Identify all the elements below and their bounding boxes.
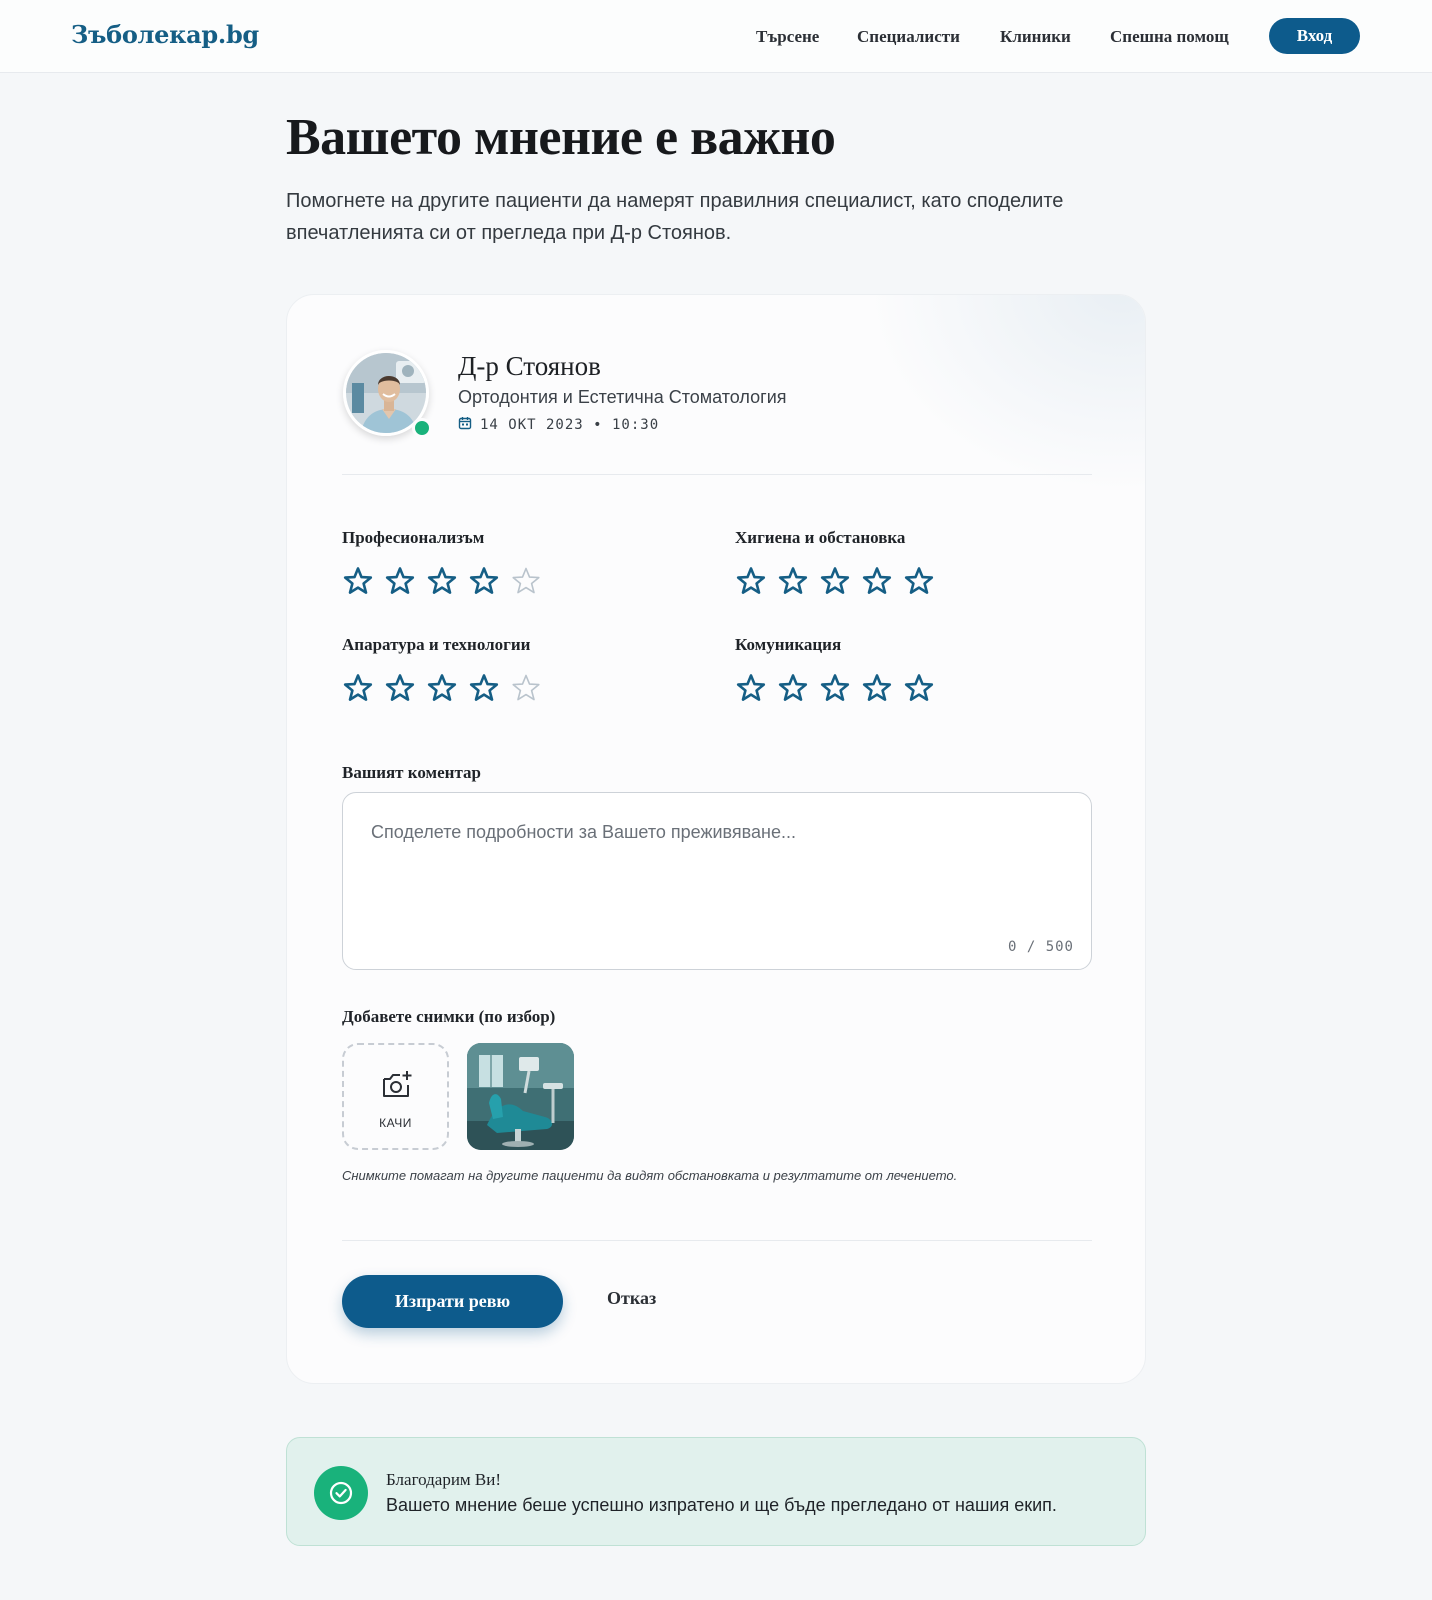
star-icon[interactable] bbox=[735, 672, 767, 704]
rating-label-professionalism: Професионализъм bbox=[342, 528, 485, 547]
upload-label: КАЧИ bbox=[379, 1116, 412, 1130]
cancel-button[interactable]: Отказ bbox=[607, 1288, 656, 1309]
nav-clinics[interactable]: Клиники bbox=[1000, 27, 1071, 47]
star-icon[interactable] bbox=[819, 672, 851, 704]
star-icon[interactable] bbox=[384, 672, 416, 704]
comment-box: 0 / 500 bbox=[342, 792, 1092, 970]
star-icon[interactable] bbox=[510, 565, 542, 597]
success-title: Благодарим Ви! bbox=[386, 1470, 502, 1489]
star-rating-hygiene[interactable] bbox=[735, 565, 935, 597]
nav-emergency[interactable]: Спешна помощ bbox=[1110, 27, 1229, 47]
star-icon[interactable] bbox=[342, 672, 374, 704]
star-icon[interactable] bbox=[384, 565, 416, 597]
star-icon[interactable] bbox=[861, 672, 893, 704]
online-status-dot bbox=[412, 418, 432, 438]
page-title: Вашето мнение е важно bbox=[286, 109, 836, 166]
star-rating-equipment[interactable] bbox=[342, 672, 542, 704]
uploaded-photo-thumbnail[interactable] bbox=[467, 1043, 574, 1150]
comment-textarea[interactable] bbox=[344, 794, 1090, 944]
nav-specialists[interactable]: Специалисти bbox=[857, 27, 960, 47]
login-button[interactable]: Вход bbox=[1269, 18, 1360, 54]
card-decoration bbox=[865, 295, 1145, 495]
upload-photo-button[interactable]: КАЧИ bbox=[342, 1043, 449, 1150]
star-icon[interactable] bbox=[777, 565, 809, 597]
site-logo[interactable]: Зъболекар.bg bbox=[71, 20, 259, 49]
visit-datetime-text: 14 ОКТ 2023 • 10:30 bbox=[480, 417, 660, 433]
star-icon[interactable] bbox=[426, 565, 458, 597]
star-icon[interactable] bbox=[735, 565, 767, 597]
char-counter: 0 / 500 bbox=[1007, 939, 1074, 955]
success-message: Вашето мнение беше успешно изпратено и щ… bbox=[386, 1495, 1057, 1515]
success-notification: Благодарим Ви! Вашето мнение беше успешн… bbox=[286, 1437, 1146, 1546]
nav-search[interactable]: Търсене bbox=[756, 27, 819, 47]
submit-review-button[interactable]: Изпрати ревю bbox=[342, 1275, 563, 1328]
star-icon[interactable] bbox=[777, 672, 809, 704]
photos-label: Добавете снимки (по избор) bbox=[342, 1007, 556, 1026]
page-subtitle: Помогнете на другите пациенти да намерят… bbox=[286, 190, 1064, 244]
star-icon[interactable] bbox=[819, 565, 851, 597]
star-icon[interactable] bbox=[342, 565, 374, 597]
rating-label-hygiene: Хигиена и обстановка bbox=[735, 528, 906, 547]
doctor-name: Д-р Стоянов bbox=[458, 351, 601, 381]
star-icon[interactable] bbox=[468, 672, 500, 704]
star-icon[interactable] bbox=[510, 672, 542, 704]
star-icon[interactable] bbox=[426, 672, 458, 704]
star-icon[interactable] bbox=[903, 672, 935, 704]
check-circle-icon bbox=[314, 1466, 368, 1520]
star-rating-professionalism[interactable] bbox=[342, 565, 542, 597]
photos-hint: Снимките помагат на другите пациенти да … bbox=[342, 1168, 958, 1183]
star-icon[interactable] bbox=[903, 565, 935, 597]
star-rating-communication[interactable] bbox=[735, 672, 935, 704]
rating-label-communication: Комуникация bbox=[735, 635, 842, 654]
star-icon[interactable] bbox=[861, 565, 893, 597]
doctor-specialty: Ортодонтия и Естетична Стоматология bbox=[458, 387, 787, 407]
visit-date: 14 ОКТ 2023 • 10:30 bbox=[458, 416, 659, 434]
comment-label: Вашият коментар bbox=[342, 763, 481, 782]
star-icon[interactable] bbox=[468, 565, 500, 597]
calendar-icon bbox=[458, 416, 472, 434]
top-navbar: Зъболекар.bg Търсене Специалисти Клиники… bbox=[0, 0, 1432, 73]
rating-label-equipment: Апаратура и технологии bbox=[342, 635, 531, 654]
review-card: Д-р Стоянов Ортодонтия и Естетична Стома… bbox=[286, 294, 1146, 1384]
divider bbox=[342, 474, 1092, 475]
divider bbox=[342, 1240, 1092, 1241]
camera-plus-icon bbox=[380, 1069, 414, 1106]
